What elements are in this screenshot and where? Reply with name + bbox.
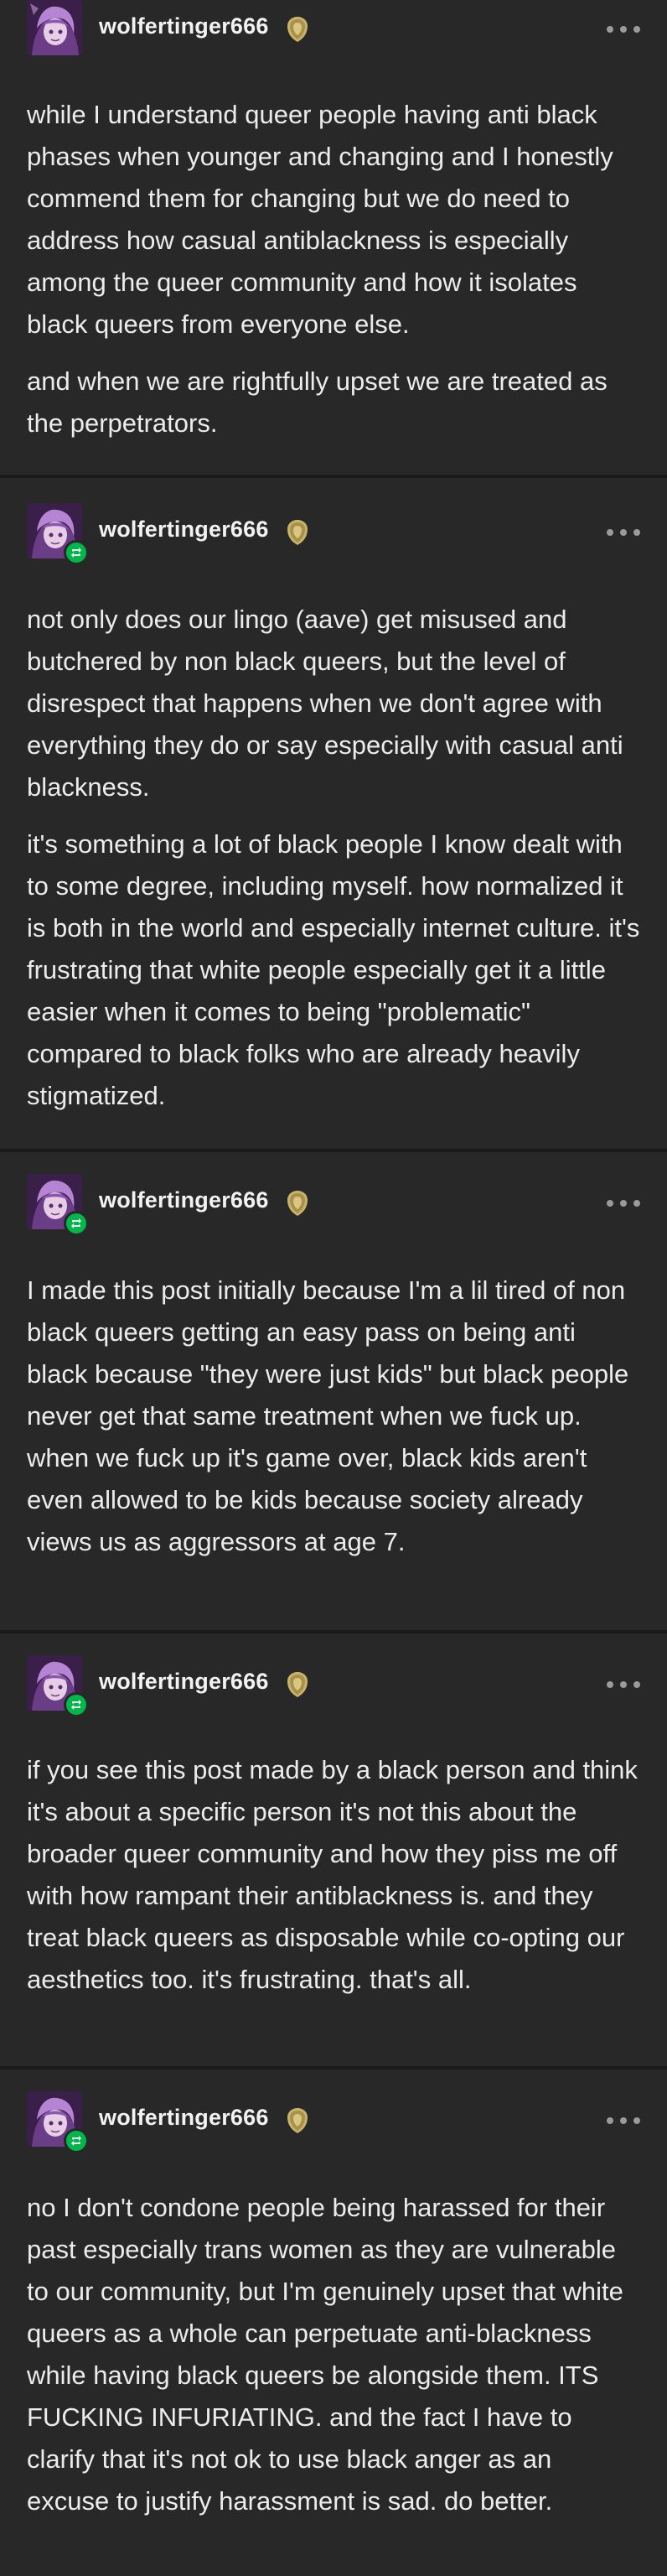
username[interactable]: wolfertinger666 <box>99 1187 269 1213</box>
gold-badge-icon[interactable] <box>285 518 310 547</box>
avatar[interactable] <box>27 503 89 565</box>
post-paragraph: it's something a lot of black people I k… <box>27 829 640 1110</box>
post-2: wolfertinger666 not only does our lingo … <box>0 478 667 1149</box>
post-header: wolfertinger666 <box>27 503 640 565</box>
avatar[interactable] <box>27 0 82 55</box>
post-paragraph: I made this post initially because I'm a… <box>27 1275 629 1556</box>
post-body: while I understand queer people having a… <box>27 94 640 460</box>
more-options-icon[interactable] <box>607 524 640 541</box>
username[interactable]: wolfertinger666 <box>99 1669 269 1695</box>
post-header: wolfertinger666 <box>27 1655 640 1717</box>
post-body: if you see this post made by a black per… <box>27 1749 640 2016</box>
username[interactable]: wolfertinger666 <box>99 517 269 543</box>
more-options-icon[interactable] <box>607 21 640 38</box>
gold-badge-icon[interactable] <box>285 1189 310 1218</box>
post-paragraph: while I understand queer people having a… <box>27 100 613 339</box>
username[interactable]: wolfertinger666 <box>99 2105 269 2131</box>
reblog-icon <box>64 540 89 565</box>
post-paragraph: no I don't condone people being harassed… <box>27 2193 623 2516</box>
username[interactable]: wolfertinger666 <box>99 13 269 39</box>
post-paragraph: not only does our lingo (aave) get misus… <box>27 605 623 802</box>
more-options-icon[interactable] <box>607 1195 640 1212</box>
post-header: wolfertinger666 <box>27 1174 640 1236</box>
avatar[interactable] <box>27 1655 89 1717</box>
post-4: wolfertinger666 if you see this post mad… <box>0 1633 667 2066</box>
post-5: wolfertinger666 no I don't condone peopl… <box>0 2070 667 2576</box>
more-options-icon[interactable] <box>607 1676 640 1693</box>
post-body: no I don't condone people being harassed… <box>27 2187 640 2537</box>
avatar-icon <box>27 0 82 55</box>
reblog-icon <box>64 1211 89 1236</box>
more-options-icon[interactable] <box>607 2112 640 2129</box>
post-body: not only does our lingo (aave) get misus… <box>27 599 640 1132</box>
post-body: I made this post initially because I'm a… <box>27 1270 640 1578</box>
gold-badge-icon[interactable] <box>285 2106 310 2135</box>
post-paragraph: and when we are rightfully upset we are … <box>27 366 608 438</box>
avatar[interactable] <box>27 1174 89 1236</box>
reblog-icon <box>64 1692 89 1717</box>
reblog-icon <box>64 2128 89 2153</box>
post-paragraph: if you see this post made by a black per… <box>27 1755 638 1994</box>
gold-badge-icon[interactable] <box>285 15 310 44</box>
post-header: wolfertinger666 <box>27 2091 640 2153</box>
avatar[interactable] <box>27 2091 89 2153</box>
post-header: wolfertinger666 <box>27 0 640 60</box>
post-3: wolfertinger666 I made this post initial… <box>0 1152 667 1630</box>
gold-badge-icon[interactable] <box>285 1670 310 1699</box>
post-1: wolfertinger666 while I understand queer… <box>0 0 667 475</box>
